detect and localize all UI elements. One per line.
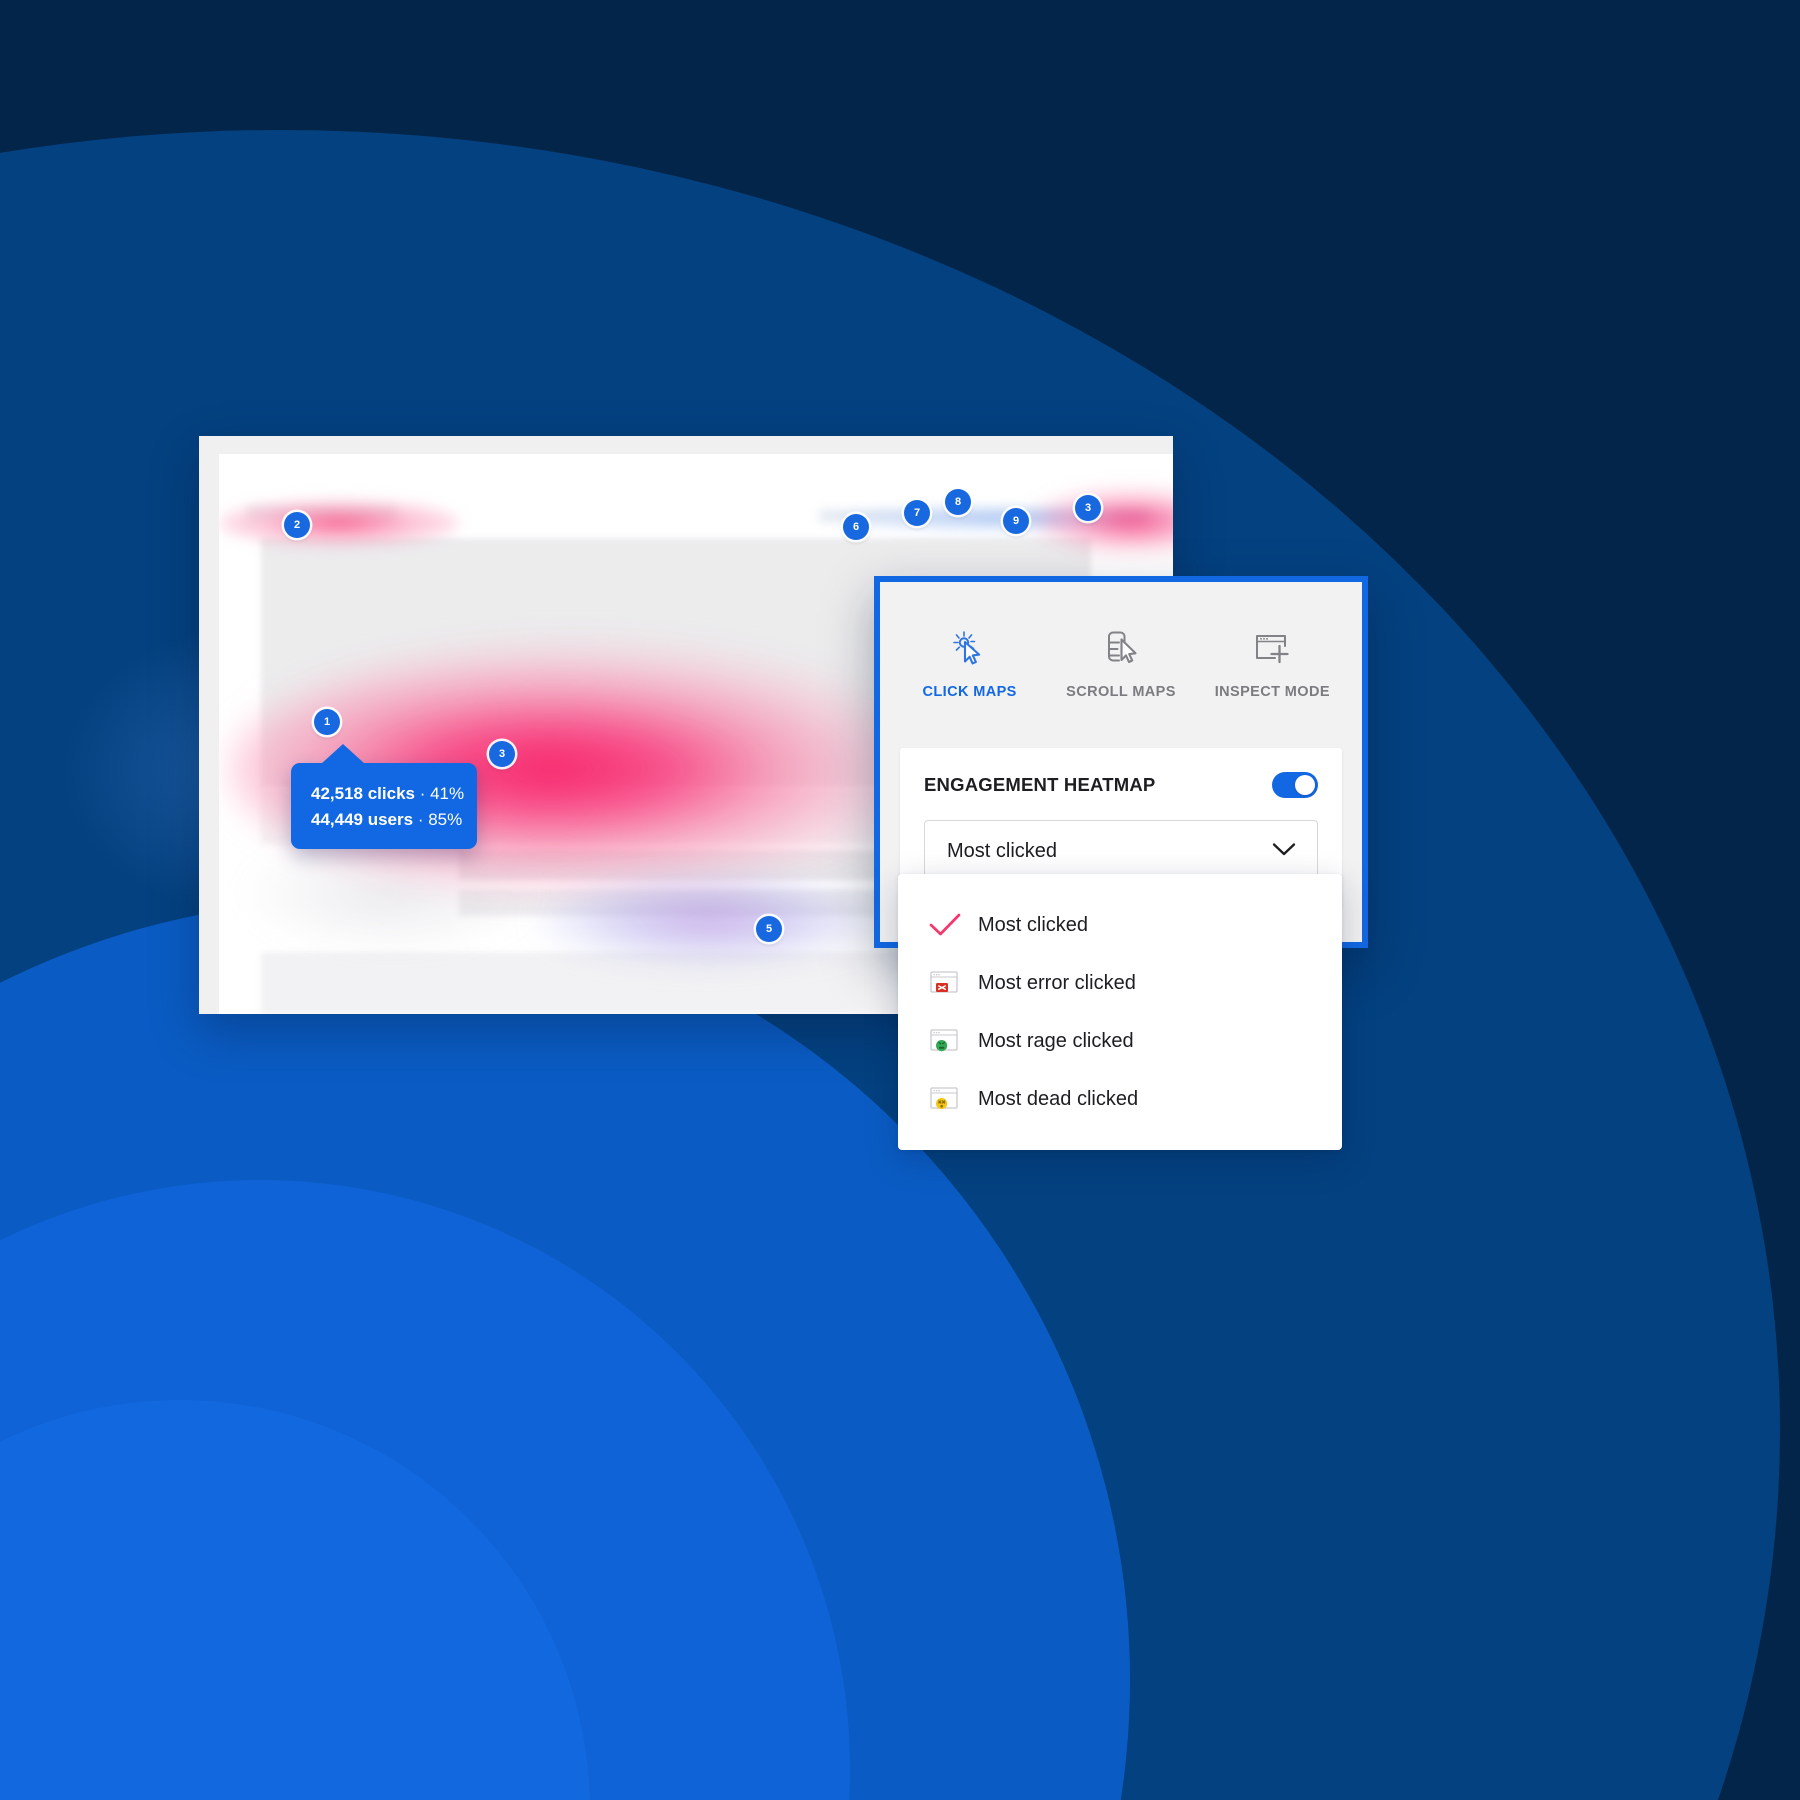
engagement-heatmap-toggle[interactable] <box>1272 772 1318 798</box>
heat-marker-2[interactable]: 2 <box>284 512 310 538</box>
heat-marker-9[interactable]: 9 <box>1003 508 1029 534</box>
tooltip-arrow <box>321 744 365 764</box>
metric-select[interactable]: Most clicked <box>924 820 1318 882</box>
click-cursor-icon <box>950 626 990 670</box>
tooltip-clicks-line: 42,518 clicks · 41% <box>311 781 464 807</box>
dropdown-item-most-rage-clicked-label: Most rage clicked <box>978 1029 1134 1052</box>
mode-tab-bar: CLICK MAPS SCROLL MAPS INSPECT MODE <box>880 582 1362 726</box>
heat-marker-6[interactable]: 6 <box>843 514 869 540</box>
tab-scroll-maps-label: SCROLL MAPS <box>1066 684 1176 700</box>
tooltip-users-pct: · 85% <box>413 809 463 829</box>
tooltip-users-value: 44,449 users <box>311 809 414 829</box>
page-background: 2 1 3 5 6 7 8 9 3 42,518 clicks · 41% 44… <box>0 0 1800 1800</box>
dropdown-item-most-clicked-label: Most clicked <box>978 913 1089 936</box>
window-rage-face-icon <box>922 1027 978 1055</box>
check-icon <box>922 912 978 938</box>
dropdown-item-most-clicked[interactable]: Most clicked <box>898 896 1342 954</box>
heat-marker-8[interactable]: 8 <box>945 489 971 515</box>
chevron-down-icon <box>1271 841 1297 862</box>
dropdown-item-most-rage-clicked[interactable]: Most rage clicked <box>898 1012 1342 1070</box>
tooltip-clicks-pct: · 41% <box>414 784 465 803</box>
dropdown-item-most-error-clicked[interactable]: Most error clicked <box>898 954 1342 1012</box>
heat-marker-3-nav[interactable]: 3 <box>1075 495 1101 521</box>
heat-marker-1[interactable]: 1 <box>314 709 340 735</box>
window-dead-face-icon <box>922 1085 978 1113</box>
tab-click-maps-label: CLICK MAPS <box>922 684 1017 700</box>
dropdown-item-most-error-clicked-label: Most error clicked <box>978 971 1136 994</box>
tab-scroll-maps[interactable]: SCROLL MAPS <box>1046 626 1196 700</box>
background-ring-middle <box>0 1180 850 1800</box>
dropdown-item-most-dead-clicked[interactable]: Most dead clicked <box>898 1070 1342 1128</box>
window-error-icon <box>922 969 978 997</box>
engagement-heatmap-title: ENGAGEMENT HEATMAP <box>924 774 1156 795</box>
engagement-heatmap-header: ENGAGEMENT HEATMAP <box>924 772 1318 798</box>
background-ring-inner <box>0 1400 590 1800</box>
tab-inspect-mode-label: INSPECT MODE <box>1214 684 1330 700</box>
tab-inspect-mode[interactable]: INSPECT MODE <box>1197 626 1347 700</box>
window-plus-icon <box>1252 626 1292 670</box>
tooltip-users-line: 44,449 users · 85% <box>311 807 462 833</box>
toggle-knob <box>1295 775 1315 795</box>
scroll-cursor-icon <box>1101 626 1141 670</box>
heat-blob-lower <box>539 874 879 964</box>
page-skeleton-logo <box>247 506 397 520</box>
tooltip-clicks-value: 42,518 clicks <box>311 784 415 803</box>
metric-dropdown-menu: Most clicked Most error clicked Most rag… <box>898 874 1342 1150</box>
dropdown-item-most-dead-clicked-label: Most dead clicked <box>978 1087 1139 1110</box>
heat-marker-7[interactable]: 7 <box>904 500 930 526</box>
tab-click-maps[interactable]: CLICK MAPS <box>895 626 1045 700</box>
metric-select-value: Most clicked <box>947 839 1058 862</box>
heat-marker-5[interactable]: 5 <box>756 916 782 942</box>
heat-marker-3-hero[interactable]: 3 <box>489 741 515 767</box>
click-stats-tooltip: 42,518 clicks · 41% 44,449 users · 85% <box>291 744 477 849</box>
